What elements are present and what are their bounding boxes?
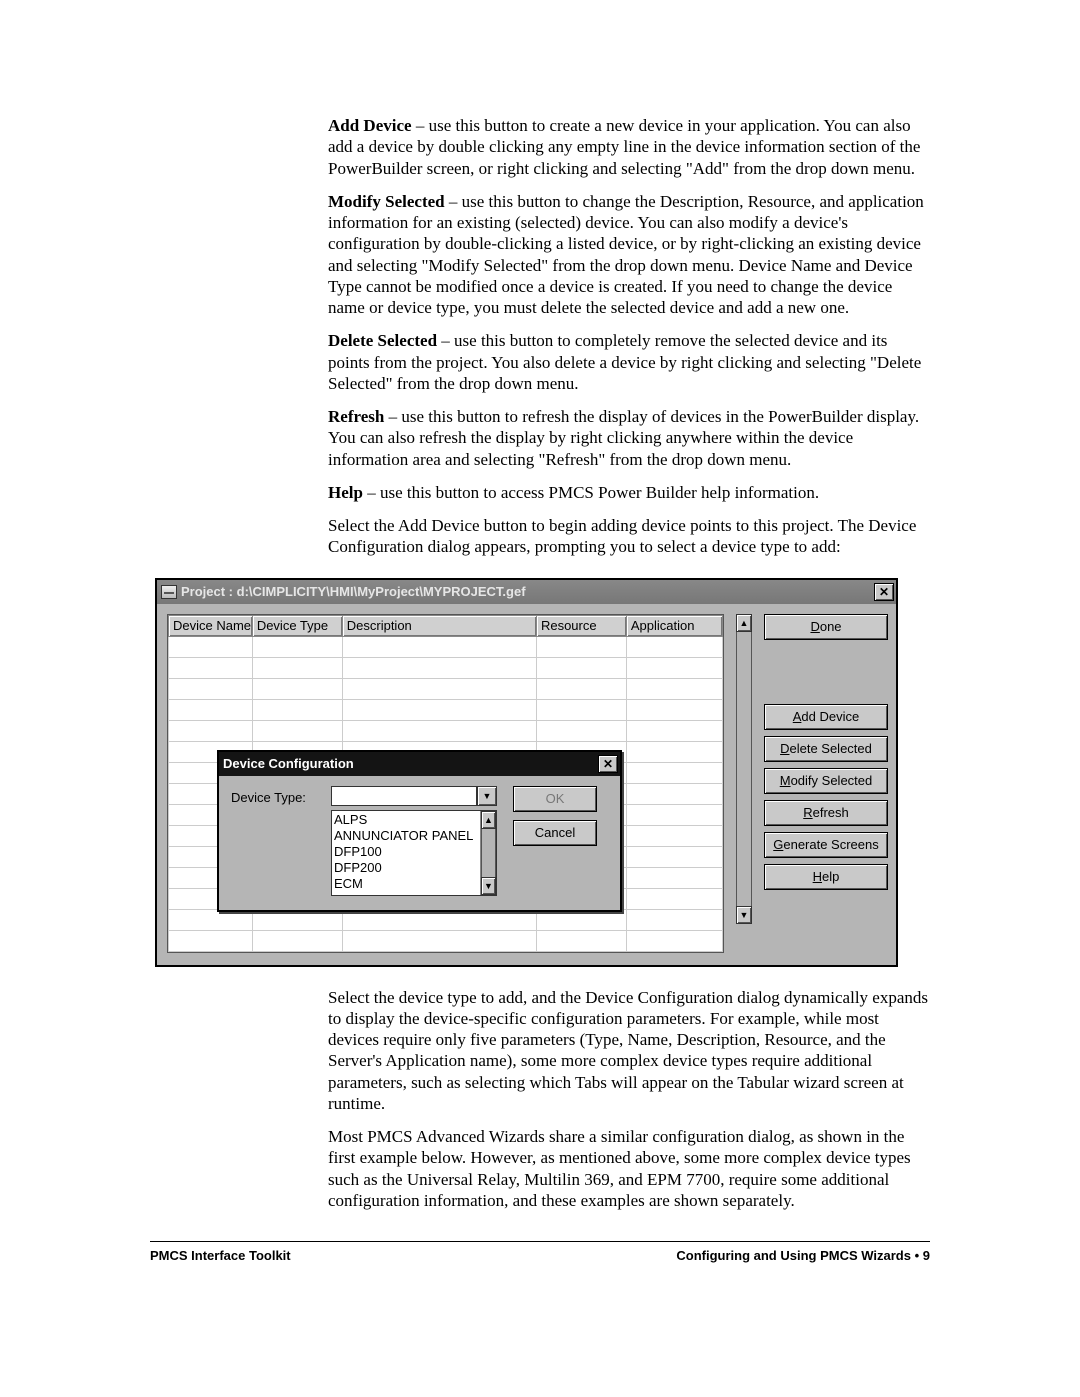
generate-screens-button[interactable]: Generate Screens [764, 832, 888, 858]
ok-button[interactable]: OK [513, 786, 597, 812]
para-help: Help – use this button to access PMCS Po… [328, 482, 930, 503]
scroll-track-body[interactable] [736, 632, 752, 906]
listbox-scrollbar[interactable]: ▲ ▼ [480, 811, 496, 895]
embedded-screenshot: Project : d:\CIMPLICITY\HMI\MyProject\MY… [155, 578, 898, 967]
app-icon [161, 585, 177, 599]
grid-header-row: Device Name Device Type Description Reso… [169, 615, 723, 636]
scroll-down-icon[interactable]: ▼ [481, 877, 496, 895]
device-type-label: Device Type: [231, 786, 321, 805]
button-sidebar: Done Add Device Delete Selected Modify S… [764, 614, 888, 953]
scroll-down-icon[interactable]: ▼ [736, 906, 752, 924]
dialog-close-icon[interactable]: ✕ [598, 755, 618, 773]
term-help: Help [328, 483, 363, 502]
term-modify-selected: Modify Selected [328, 192, 445, 211]
modify-selected-button[interactable]: Modify Selected [764, 768, 888, 794]
col-description[interactable]: Description [342, 615, 536, 636]
help-button[interactable]: Help [764, 864, 888, 890]
table-row[interactable] [169, 909, 723, 930]
term-refresh: Refresh [328, 407, 384, 426]
body-text-block: Add Device – use this button to create a… [328, 115, 930, 558]
para-after-1: Select the device type to add, and the D… [328, 987, 930, 1115]
footer-right: Configuring and Using PMCS Wizards • 9 [676, 1248, 930, 1263]
delete-selected-button[interactable]: Delete Selected [764, 736, 888, 762]
body-text-block-2: Select the device type to add, and the D… [328, 987, 930, 1212]
done-button[interactable]: Done [764, 614, 888, 640]
footer-left: PMCS Interface Toolkit [150, 1248, 291, 1263]
page-footer: PMCS Interface Toolkit Configuring and U… [150, 1248, 930, 1263]
grid-scrollbar[interactable]: ▲ ▼ [736, 614, 752, 924]
list-item[interactable]: ANNUNCIATOR PANEL [334, 828, 478, 844]
table-row[interactable] [169, 930, 723, 951]
dialog-title: Device Configuration [223, 756, 354, 771]
project-window: Project : d:\CIMPLICITY\HMI\MyProject\MY… [155, 578, 898, 967]
para-modify-selected: Modify Selected – use this button to cha… [328, 191, 930, 319]
refresh-button[interactable]: Refresh [764, 800, 888, 826]
col-resource[interactable]: Resource [536, 615, 626, 636]
table-row[interactable] [169, 699, 723, 720]
device-type-listbox[interactable]: ALPS ANNUNCIATOR PANEL DFP100 DFP200 ECM… [331, 810, 497, 896]
project-title: Project : d:\CIMPLICITY\HMI\MyProject\MY… [181, 584, 526, 599]
chevron-down-icon[interactable]: ▼ [477, 786, 497, 806]
device-type-input[interactable] [331, 786, 477, 806]
device-config-dialog: Device Configuration ✕ Device Type: ▼ [217, 750, 622, 912]
device-type-combobox[interactable]: ▼ [331, 786, 497, 806]
para-refresh: Refresh – use this button to refresh the… [328, 406, 930, 470]
list-item[interactable]: DFP100 [334, 844, 478, 860]
device-grid-wrap: Device Name Device Type Description Reso… [167, 614, 724, 953]
close-icon[interactable]: ✕ [874, 583, 894, 601]
term-add-device: Add Device [328, 116, 412, 135]
list-item[interactable]: ALPS [334, 812, 478, 828]
para-after-2: Most PMCS Advanced Wizards share a simil… [328, 1126, 930, 1211]
dialog-buttons: OK Cancel [513, 786, 597, 846]
device-type-options: ALPS ANNUNCIATOR PANEL DFP100 DFP200 ECM [332, 811, 480, 895]
table-row[interactable] [169, 657, 723, 678]
para-add-device: Add Device – use this button to create a… [328, 115, 930, 179]
dialog-titlebar[interactable]: Device Configuration ✕ [219, 752, 620, 776]
list-item[interactable]: ECM [334, 876, 478, 892]
scroll-up-icon[interactable]: ▲ [736, 614, 752, 632]
table-row[interactable] [169, 720, 723, 741]
project-client-area: Device Name Device Type Description Reso… [157, 604, 896, 965]
scroll-up-icon[interactable]: ▲ [481, 811, 496, 829]
add-device-button[interactable]: Add Device [764, 704, 888, 730]
dialog-body: Device Type: ▼ ALPS ANNUNCIATOR PANEL [219, 776, 620, 910]
para-delete-selected: Delete Selected – use this button to com… [328, 330, 930, 394]
page: Add Device – use this button to create a… [0, 0, 1080, 1343]
para-instruction: Select the Add Device button to begin ad… [328, 515, 930, 558]
scroll-track[interactable] [481, 829, 496, 877]
table-row[interactable] [169, 678, 723, 699]
col-application[interactable]: Application [626, 615, 722, 636]
device-type-combo: ▼ ALPS ANNUNCIATOR PANEL DFP100 DFP200 E… [331, 786, 497, 896]
footer-rule [150, 1241, 930, 1242]
col-device-type[interactable]: Device Type [252, 615, 342, 636]
spacer [764, 646, 888, 698]
col-device-name[interactable]: Device Name [169, 615, 253, 636]
table-row[interactable] [169, 636, 723, 657]
cancel-button[interactable]: Cancel [513, 820, 597, 846]
project-titlebar[interactable]: Project : d:\CIMPLICITY\HMI\MyProject\MY… [157, 580, 896, 604]
list-item[interactable]: DFP200 [334, 860, 478, 876]
term-delete-selected: Delete Selected [328, 331, 437, 350]
